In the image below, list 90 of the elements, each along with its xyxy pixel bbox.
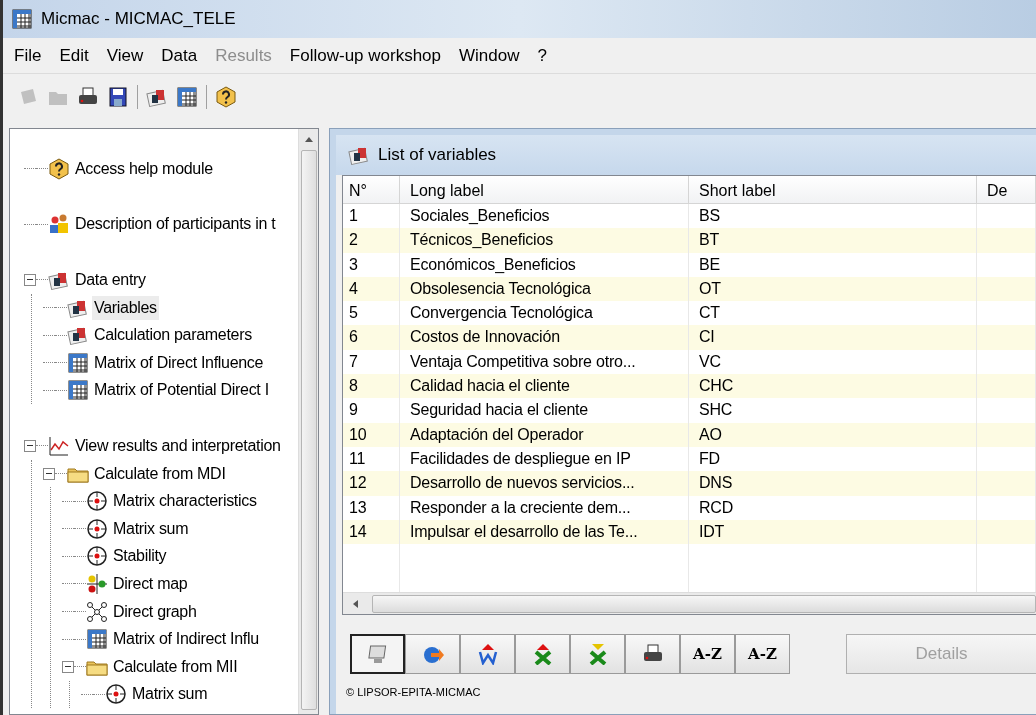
table-cell: 6 [343,325,400,350]
line-chart-icon [48,434,70,457]
target-icon [86,545,108,568]
grid-icon[interactable] [176,86,198,108]
tree-item[interactable]: Stability [111,544,169,569]
help-icon [48,157,70,180]
table-cell: 10 [343,422,400,447]
tree-item[interactable]: Direct map [111,571,190,596]
table-cell: SHC [689,398,977,423]
collapse-toggle[interactable] [24,439,36,452]
menu-item[interactable]: File [5,40,51,71]
table-cell: DNS [689,471,977,496]
target-icon [86,517,108,540]
table-cell: BT [689,228,977,253]
table-cell: Responder a la creciente dem... [400,495,689,520]
scroll-up-arrow-icon[interactable] [304,137,313,142]
table-cell: Costos de Innovación [400,325,689,350]
word-arrow-icon [476,643,499,665]
table-cell: 4 [343,276,400,302]
table-cell: 3 [343,252,400,277]
menu-item[interactable]: View [97,40,153,71]
window-title: Micmac - MICMAC_TELE [41,8,236,31]
tree-item[interactable]: Matrix characteristics [111,489,259,514]
grid-icon [86,628,108,651]
table-cell: CI [689,325,977,350]
toolbar-button[interactable] [625,634,680,674]
tree-item[interactable]: Calculate from MDI [92,461,228,486]
scroll-left-arrow-icon[interactable] [353,599,358,608]
tree-item[interactable]: Matrix sum [111,516,191,541]
quadrant-icon [86,572,108,595]
help-icon[interactable] [215,86,237,108]
target-icon [86,490,108,513]
window-title: List of variables [378,144,497,167]
table-cell: Técnicos_Beneficios [400,228,689,253]
tree-item[interactable]: Calculate from MII [111,654,240,679]
tree-item[interactable]: Matrix of Potential Direct I [92,378,271,403]
grid-icon [11,8,33,30]
grid-icon [67,379,89,402]
tree-item[interactable]: Description of participants in t [73,212,278,237]
collapse-toggle[interactable] [62,660,74,673]
tree-item[interactable]: View results and interpretation [73,433,283,458]
column-header[interactable]: Short label [689,176,977,203]
table-cell: Económicos_Beneficios [400,252,689,277]
vertical-scrollbar[interactable] [298,129,318,714]
people-icon [48,213,70,236]
table-cell: IDT [689,519,977,545]
collapse-toggle[interactable] [24,274,36,286]
table-cell: 2 [343,228,400,253]
table-cell: 12 [343,471,400,496]
table-cell: Impulsar el desarrollo de las Te... [400,519,689,545]
monitor-icon [366,643,389,665]
table-cell: RCD [689,495,977,520]
toolbar-button[interactable] [350,634,405,674]
table-cell: 8 [343,374,400,399]
tree-item[interactable]: Calculation parameters [92,323,254,348]
sort-button[interactable]: A-Z [735,634,790,674]
menu-item[interactable]: Data [152,40,207,71]
tree-item[interactable]: Matrix sum [130,682,210,707]
table-cell: Desarrollo de nuevos servicios... [400,471,689,496]
table-cell: AO [689,422,977,447]
menu-item[interactable]: Window [450,40,529,71]
column-header[interactable]: Long label [400,176,689,203]
network-graph-icon [86,600,108,623]
tree-item[interactable]: Direct graph [111,599,199,624]
tree-item[interactable]: Variables [92,295,159,320]
copyright-text: © LIPSOR-EPITA-MICMAC [346,686,481,698]
table-cell: CHC [689,374,977,399]
collapse-toggle[interactable] [43,467,55,480]
column-header[interactable]: N° [343,176,400,203]
tree-item[interactable]: Data entry [73,268,148,292]
tree-item[interactable]: Matrix of Indirect Influ [111,627,261,652]
table-cell: Calidad hacia el cliente [400,374,689,399]
table-cell: BE [689,252,977,277]
grid-icon [67,351,89,374]
menu-item[interactable]: Edit [50,40,98,71]
table-cell: Adaptación del Operador [400,422,689,447]
table-cell: 9 [343,398,400,423]
column-header[interactable]: De [977,176,1036,203]
table-cell: 13 [343,495,400,520]
menu-item[interactable]: Follow-up workshop [280,40,451,71]
table-cell: Seguridad hacia el cliente [400,398,689,423]
target-icon [105,683,127,706]
tree-item[interactable]: Access help module [73,156,215,181]
sort-button[interactable]: A-Z [680,634,735,674]
tree-item[interactable]: Matrix of Direct Influence [92,350,266,375]
horizontal-scrollbar[interactable] [343,592,1036,614]
table-cell: OT [689,276,977,302]
table-cell: 14 [343,519,400,545]
table-cell: Obsolesencia Tecnológica [400,276,689,302]
menu-item[interactable]: ? [528,40,556,71]
